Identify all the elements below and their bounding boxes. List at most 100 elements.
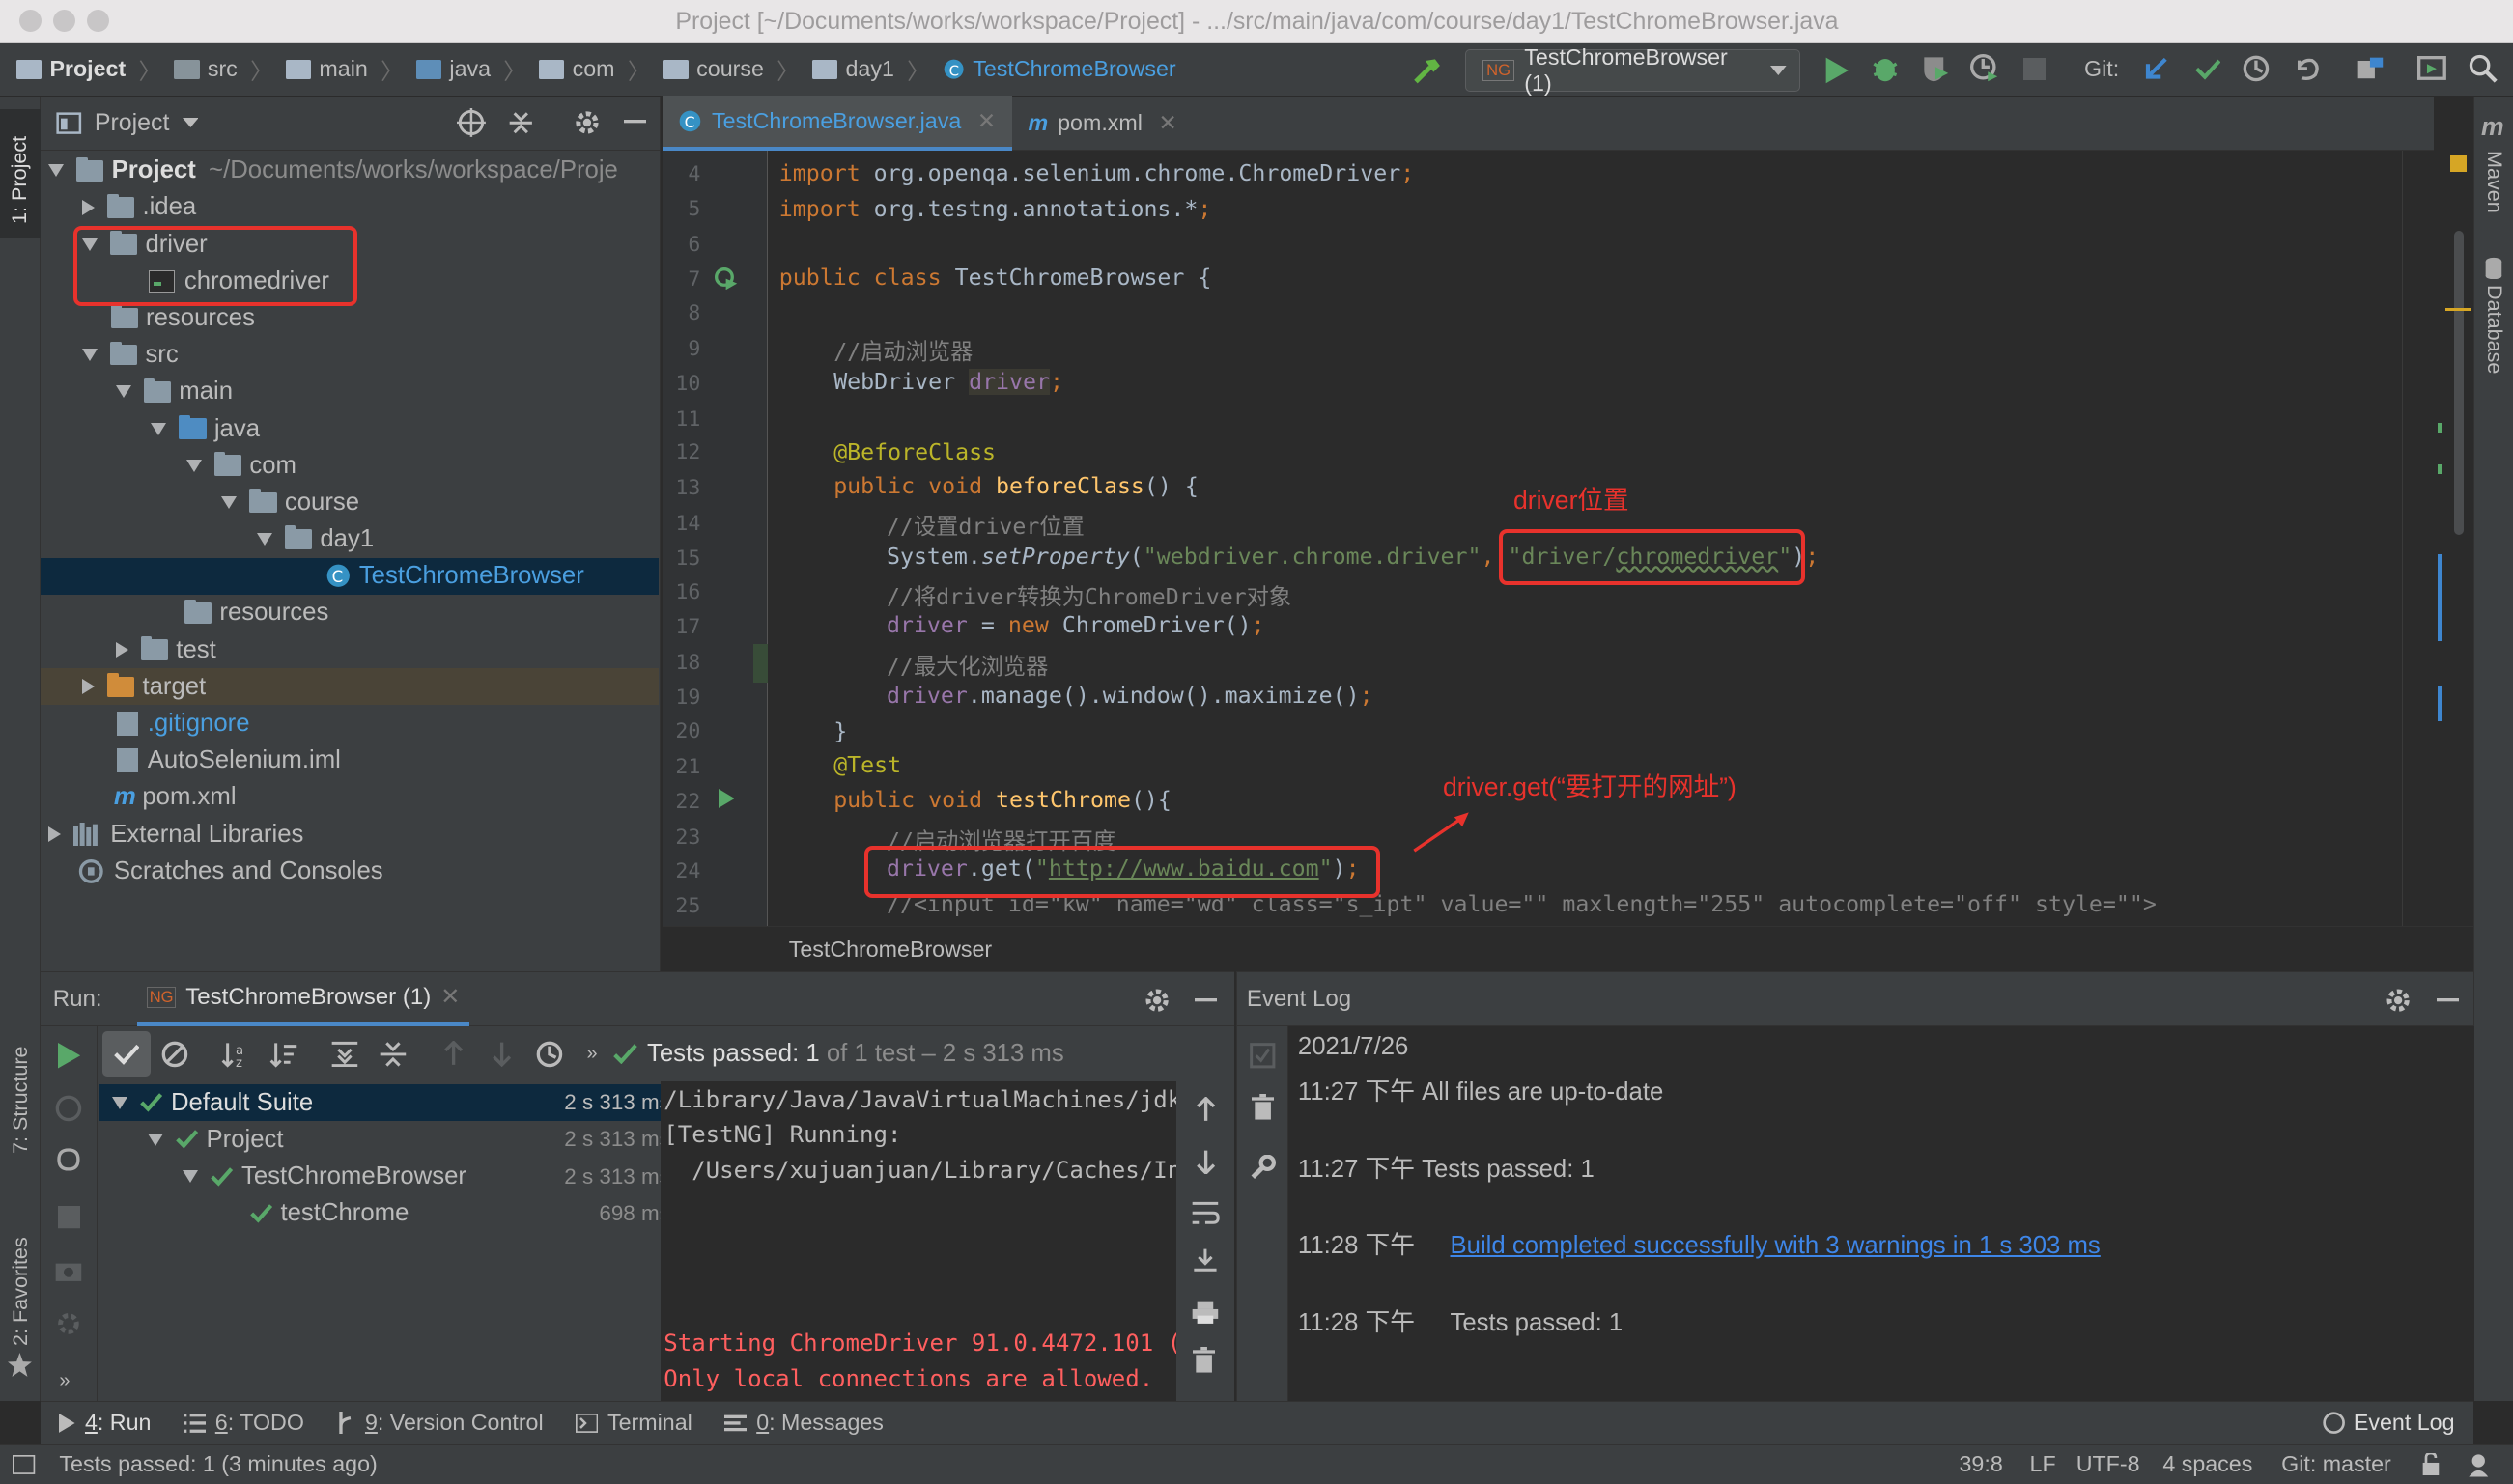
scroll-up-icon[interactable]: [1195, 1097, 1217, 1123]
inspector-icon[interactable]: [2466, 1451, 2492, 1477]
tab-pom-xml[interactable]: m pom.xml ✕: [1012, 96, 1194, 150]
next-test-button[interactable]: [478, 1031, 526, 1076]
minimize-icon[interactable]: [2436, 997, 2459, 1003]
tree-item-day1[interactable]: day1: [41, 520, 660, 557]
scroll-thumb[interactable]: [2453, 231, 2464, 536]
history-icon[interactable]: [2242, 54, 2271, 83]
tool-button-terminal[interactable]: Terminal: [575, 1410, 692, 1436]
line-separator[interactable]: LF: [2030, 1451, 2056, 1477]
minimize-icon[interactable]: [1194, 997, 1217, 1003]
camera-icon[interactable]: [54, 1257, 83, 1283]
chevron-down-icon[interactable]: [182, 118, 199, 128]
console-output[interactable]: /Library/Java/JavaVirtualMachines/jdk1 […: [660, 1080, 1177, 1402]
build-result-link[interactable]: Build completed successfully with 3 warn…: [1450, 1232, 2100, 1259]
crumb-main[interactable]: main: [285, 56, 368, 82]
tree-item-resources-main[interactable]: resources: [41, 595, 660, 631]
tree-item-java[interactable]: java: [41, 410, 660, 447]
close-tab-icon[interactable]: ✕: [440, 983, 460, 1011]
editor-scrollbar[interactable]: [2401, 151, 2474, 927]
tree-item-testchromebrowser[interactable]: C TestChromeBrowser: [40, 557, 660, 595]
tree-item-gitignore[interactable]: .gitignore: [41, 705, 660, 742]
tab-run-configuration[interactable]: NG TestChromeBrowser (1) ✕: [137, 971, 470, 1026]
tree-item-com[interactable]: com: [41, 447, 660, 484]
crumb-class[interactable]: C TestChromeBrowser: [943, 56, 1176, 82]
tree-item-external-libraries[interactable]: External Libraries: [41, 816, 660, 853]
crumb-course[interactable]: course: [663, 56, 764, 82]
git-commit-icon[interactable]: [2194, 56, 2221, 82]
sort-duration-button[interactable]: [260, 1031, 308, 1076]
stop-icon[interactable]: [2022, 57, 2047, 80]
maven-tool-label[interactable]: Maven: [2482, 151, 2507, 213]
gear-icon[interactable]: [2385, 987, 2412, 1014]
settings-icon[interactable]: [54, 1309, 83, 1338]
caret-position[interactable]: 39:8: [1960, 1451, 2003, 1477]
test-project-row[interactable]: Project 2 s 313 ms: [99, 1121, 680, 1158]
tree-item-target[interactable]: target: [40, 668, 660, 706]
gear-icon[interactable]: [1144, 987, 1171, 1014]
event-log-body[interactable]: 2021/7/26 11:27 下午 All files are up-to-d…: [1287, 1026, 2475, 1402]
tree-item-src[interactable]: src: [41, 337, 660, 374]
minimize-icon[interactable]: [623, 120, 646, 126]
run-test-gutter-icon[interactable]: [718, 788, 735, 808]
project-view-select[interactable]: Project: [95, 109, 169, 137]
soft-wrap-icon[interactable]: [1191, 1200, 1221, 1226]
collapse-all-icon[interactable]: [508, 110, 534, 136]
rerun-icon[interactable]: [57, 1042, 80, 1069]
previous-test-button[interactable]: [430, 1031, 478, 1076]
toggle-tool-windows-icon[interactable]: [13, 1454, 36, 1474]
trash-icon[interactable]: [1193, 1347, 1216, 1373]
test-history-button[interactable]: [525, 1031, 574, 1076]
close-tab-icon[interactable]: ✕: [1159, 110, 1177, 136]
crumb-com[interactable]: com: [538, 56, 615, 82]
test-method-row[interactable]: testChrome 698 ms: [99, 1195, 680, 1232]
lock-icon[interactable]: [2421, 1452, 2441, 1476]
tool-button-event-log[interactable]: Event Log: [2323, 1410, 2455, 1436]
profile-icon[interactable]: [1970, 54, 1999, 83]
search-icon[interactable]: [2469, 54, 2499, 84]
tool-button-vcs[interactable]: 9: Version Control: [336, 1410, 544, 1436]
tree-item-pom[interactable]: m pom.xml: [41, 779, 660, 816]
show-ignored-button[interactable]: [151, 1031, 199, 1076]
structure-tool-label[interactable]: 7: Structure: [8, 1047, 33, 1155]
presentation-icon[interactable]: [2417, 56, 2447, 82]
tool-button-run[interactable]: 4: Run: [59, 1410, 151, 1436]
stop-icon[interactable]: [57, 1206, 80, 1229]
project-structure-icon[interactable]: [2356, 56, 2385, 82]
wrench-icon[interactable]: [1250, 1155, 1276, 1181]
expand-all-button[interactable]: [321, 1031, 369, 1076]
indent-setting[interactable]: 4 spaces: [2162, 1451, 2252, 1477]
test-class-row[interactable]: TestChromeBrowser 2 s 313 ms: [99, 1159, 680, 1195]
tree-item-main[interactable]: main: [41, 374, 660, 410]
revert-icon[interactable]: [2293, 54, 2322, 83]
mark-all-read-icon[interactable]: [1250, 1043, 1276, 1069]
build-hammer-icon[interactable]: [1411, 56, 1443, 85]
show-passed-button[interactable]: [102, 1031, 152, 1077]
rerun-failed-icon[interactable]: [54, 1094, 83, 1123]
tree-item-iml[interactable]: AutoSelenium.iml: [41, 742, 660, 779]
scroll-to-end-icon[interactable]: [1191, 1247, 1220, 1274]
tool-button-messages[interactable]: 0: Messages: [724, 1410, 884, 1436]
toggle-auto-test-icon[interactable]: [54, 1145, 83, 1174]
debug-icon[interactable]: [1871, 54, 1900, 83]
git-update-icon[interactable]: [2143, 56, 2169, 82]
run-class-gutter-icon[interactable]: [715, 267, 738, 291]
git-branch[interactable]: Git: master: [2281, 1451, 2391, 1477]
tool-button-todo[interactable]: 6: TODO: [183, 1410, 304, 1436]
project-tool-button[interactable]: 1: Project: [0, 108, 41, 238]
database-tool-label[interactable]: Database: [2482, 285, 2507, 374]
editor-breadcrumb[interactable]: TestChromeBrowser: [789, 937, 992, 963]
crumb-project[interactable]: Project: [15, 56, 126, 82]
file-encoding[interactable]: UTF-8: [2076, 1451, 2140, 1477]
tree-item-test[interactable]: test: [41, 631, 660, 668]
crumb-src[interactable]: src: [173, 56, 238, 82]
favorites-tool-label[interactable]: 2: Favorites: [8, 1238, 33, 1347]
locate-icon[interactable]: [457, 108, 486, 138]
test-suite-row[interactable]: Default Suite 2 s 313 ms: [99, 1084, 680, 1122]
collapse-all-button[interactable]: [369, 1031, 417, 1076]
tab-testchromebrowser-java[interactable]: C TestChromeBrowser.java ✕: [662, 96, 1012, 151]
tree-item-idea[interactable]: .idea: [41, 189, 660, 226]
more-icon[interactable]: »: [586, 1043, 597, 1065]
tree-item-project-root[interactable]: Project ~/Documents/works/workspace/Proje: [41, 153, 660, 189]
run-icon[interactable]: [1824, 56, 1850, 85]
gear-icon[interactable]: [573, 108, 602, 137]
